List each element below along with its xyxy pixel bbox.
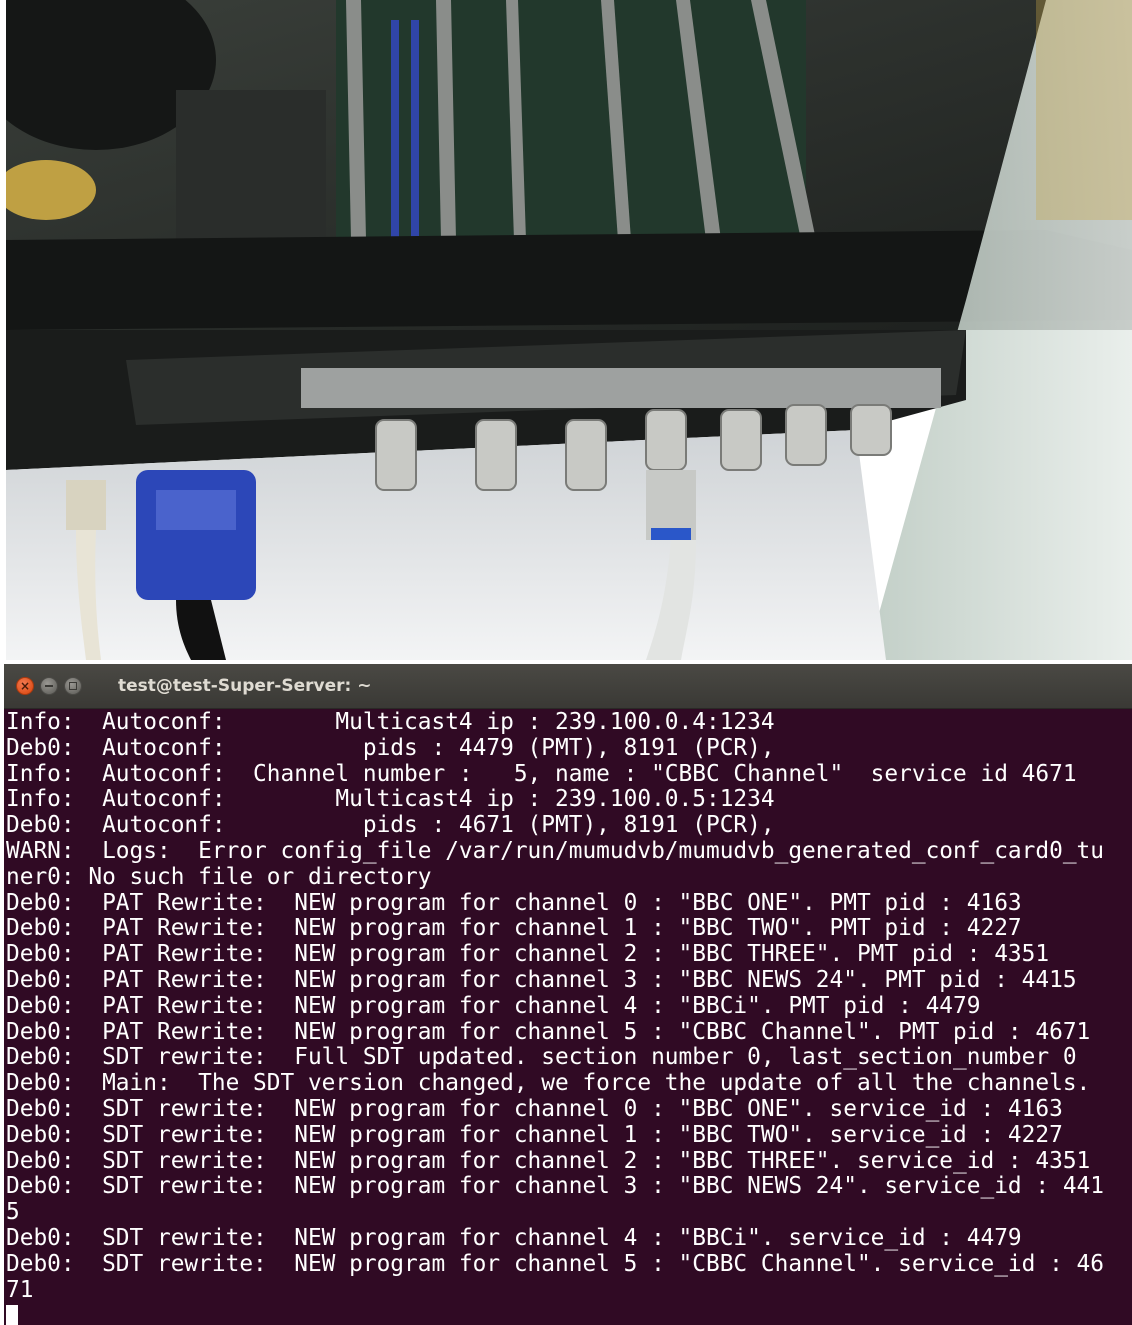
terminal-line: Deb0: SDT rewrite: NEW program for chann…: [6, 1122, 1063, 1148]
maximize-button[interactable]: [64, 677, 82, 695]
terminal-window: × test@test-Super-Server: ~ Info: Autoco…: [4, 664, 1132, 1325]
terminal-line: Info: Autoconf: Multicast4 ip : 239.100.…: [6, 710, 775, 735]
terminal-line: Deb0: SDT rewrite: Full SDT updated. sec…: [6, 1045, 1077, 1071]
terminal-line: Deb0: PAT Rewrite: NEW program for chann…: [6, 967, 1077, 993]
window-title: test@test-Super-Server: ~: [118, 676, 372, 696]
terminal-output[interactable]: Info: Autoconf: Multicast4 ip : 239.100.…: [6, 710, 1132, 1325]
terminal-line: Deb0: PAT Rewrite: NEW program for chann…: [6, 942, 1050, 968]
server-chassis-photo: [6, 0, 1132, 660]
terminal-prompt-line[interactable]: [6, 1303, 1132, 1325]
terminal-line: Deb0: Autoconf: pids : 4671 (PMT), 8191 …: [6, 813, 775, 839]
terminal-line: Deb0: SDT rewrite: NEW program for chann…: [6, 1225, 1022, 1251]
terminal-line: Deb0: SDT rewrite: NEW program for chann…: [6, 1148, 1091, 1174]
terminal-line: Deb0: PAT Rewrite: NEW program for chann…: [6, 916, 1022, 942]
close-icon: ×: [19, 679, 31, 693]
terminal-line: 5: [6, 1200, 20, 1226]
terminal-line: Deb0: PAT Rewrite: NEW program for chann…: [6, 1019, 1091, 1045]
minimize-icon: [45, 685, 53, 687]
terminal-line: Deb0: SDT rewrite: NEW program for chann…: [6, 1174, 1104, 1200]
terminal-line: Deb0: SDT rewrite: NEW program for chann…: [6, 1096, 1063, 1122]
terminal-line: Deb0: Main: The SDT version changed, we …: [6, 1071, 1091, 1097]
terminal-line: ner0: No such file or directory: [6, 864, 432, 890]
terminal-line: Deb0: PAT Rewrite: NEW program for chann…: [6, 890, 1022, 916]
terminal-line: 71: [6, 1277, 34, 1303]
minimize-button[interactable]: [40, 677, 58, 695]
close-button[interactable]: ×: [16, 677, 34, 695]
text-cursor: [6, 1305, 18, 1325]
maximize-icon: [69, 682, 77, 690]
terminal-line: Info: Autoconf: Channel number : 5, name…: [6, 761, 1077, 787]
terminal-line: Deb0: SDT rewrite: NEW program for chann…: [6, 1251, 1104, 1277]
terminal-line: Info: Autoconf: Multicast4 ip : 239.100.…: [6, 787, 775, 813]
title-bar: × test@test-Super-Server: ~: [4, 664, 1132, 709]
terminal-line: Deb0: PAT Rewrite: NEW program for chann…: [6, 993, 981, 1019]
terminal-line: WARN: Logs: Error config_file /var/run/m…: [6, 838, 1104, 864]
terminal-line: Deb0: Autoconf: pids : 4479 (PMT), 8191 …: [6, 735, 775, 761]
